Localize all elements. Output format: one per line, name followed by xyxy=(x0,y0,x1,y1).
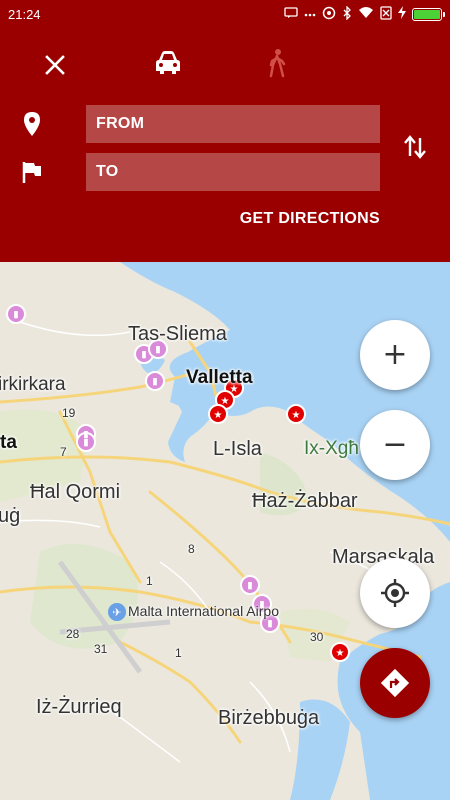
zoom-out-button[interactable]: − xyxy=(360,410,430,480)
status-bar: 21:24 xyxy=(0,0,450,28)
map-label-ta: ta xyxy=(0,432,17,453)
walk-icon xyxy=(269,49,286,78)
my-location-button[interactable] xyxy=(360,558,430,628)
my-location-icon xyxy=(381,579,409,607)
bluetooth-icon xyxy=(342,4,352,23)
road-number: 1 xyxy=(146,574,153,588)
road-number: 30 xyxy=(310,630,324,644)
map-label-lug: uġ xyxy=(0,505,21,527)
location-pin-icon xyxy=(24,112,40,136)
sim-off-icon xyxy=(380,5,392,23)
more-icon xyxy=(304,7,316,21)
map-label-airport: Malta International Airpo xyxy=(128,603,279,619)
swap-button[interactable] xyxy=(402,132,428,162)
data-saver-icon xyxy=(322,6,336,23)
map-label-birzebbuga: Birżebbuġa xyxy=(218,707,320,729)
svg-text:★: ★ xyxy=(221,396,230,407)
svg-text:▮: ▮ xyxy=(84,437,89,447)
map-label-hal-qormi: Ħal Qormi xyxy=(30,481,121,503)
map-label-haz-zabbar: Ħaż-Żabbar xyxy=(252,490,358,512)
svg-text:★: ★ xyxy=(214,410,223,421)
road-number: 28 xyxy=(66,627,80,641)
to-location-flag xyxy=(18,158,46,186)
map-label-valletta: Valletta xyxy=(186,367,253,388)
svg-text:▮: ▮ xyxy=(14,309,19,319)
from-input[interactable] xyxy=(86,105,380,143)
road-number: 7 xyxy=(60,445,67,459)
battery-level xyxy=(414,9,440,19)
svg-text:▮: ▮ xyxy=(248,580,253,590)
svg-text:▮: ▮ xyxy=(268,618,273,628)
directions-icon xyxy=(380,668,410,698)
map-label-l-isla: L-Isla xyxy=(213,438,262,460)
transport-mode-car[interactable] xyxy=(154,50,186,82)
map-label-tas-sliema: Tas-Sliema xyxy=(128,323,227,345)
road-number: 8 xyxy=(188,542,195,556)
zoom-in-button[interactable]: + xyxy=(360,320,430,390)
to-input[interactable] xyxy=(86,153,380,191)
svg-text:★: ★ xyxy=(336,648,345,659)
directions-fab[interactable] xyxy=(360,648,430,718)
charging-icon xyxy=(398,6,406,22)
road-number: 31 xyxy=(94,642,108,656)
svg-text:▮: ▮ xyxy=(153,376,158,386)
transport-mode-walk[interactable] xyxy=(266,48,294,82)
status-time: 21:24 xyxy=(8,6,41,22)
svg-text:★: ★ xyxy=(292,410,301,421)
road-number: 19 xyxy=(62,406,76,420)
swap-vertical-icon xyxy=(404,135,426,159)
zoom-in-icon: + xyxy=(382,337,408,372)
map-label-birkirkara: irkirkara xyxy=(0,374,66,395)
flag-icon xyxy=(22,162,41,183)
road-number: 1 xyxy=(175,646,182,660)
directions-header: GET DIRECTIONS xyxy=(0,28,450,262)
svg-text:✈: ✈ xyxy=(112,606,121,619)
message-icon xyxy=(284,6,298,22)
get-directions-button[interactable]: GET DIRECTIONS xyxy=(240,210,380,228)
wifi-icon xyxy=(358,6,374,22)
svg-text:▮: ▮ xyxy=(142,349,147,359)
close-button[interactable] xyxy=(40,50,70,80)
car-icon xyxy=(156,51,180,74)
battery-icon xyxy=(412,7,445,21)
map-label-ix-xghajra: Ix-Xgħ xyxy=(304,438,359,459)
map-label-iz-zurrieq: Iż-Żurrieq xyxy=(36,696,122,718)
from-location-pin xyxy=(18,110,46,138)
close-icon xyxy=(45,55,65,75)
zoom-out-icon: − xyxy=(382,427,408,462)
